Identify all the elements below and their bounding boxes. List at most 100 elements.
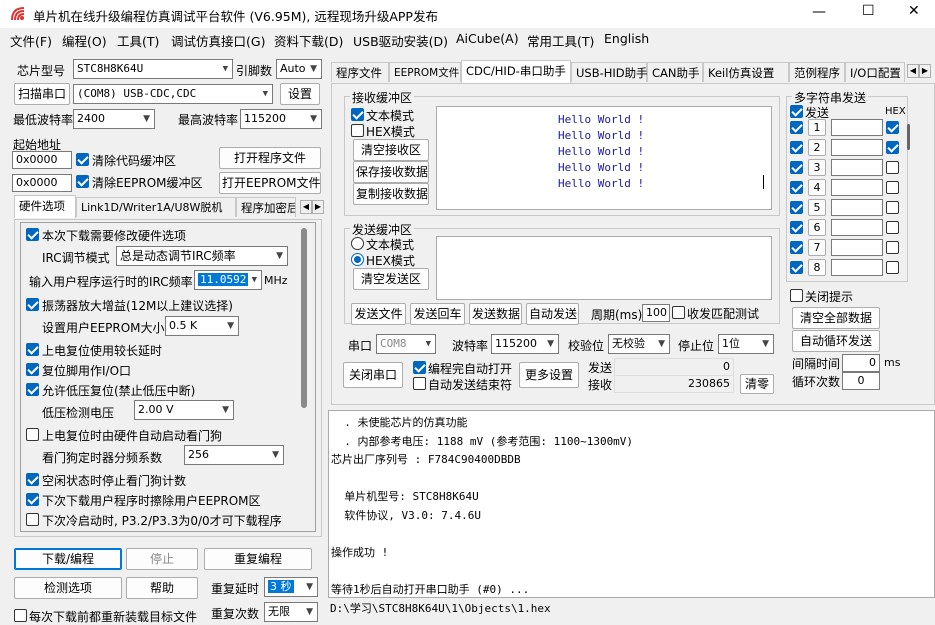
reload-target-checkbox[interactable]: [14, 609, 27, 622]
multi-row-hex-checkbox[interactable]: [886, 141, 899, 154]
multi-row-number-button[interactable]: 7: [808, 239, 826, 256]
multi-row-data-input[interactable]: [831, 219, 883, 236]
auto-open-checkbox[interactable]: [413, 361, 426, 374]
close-icon[interactable]: ✕: [908, 3, 920, 19]
baud-rate-select[interactable]: 115200 ▼: [491, 334, 559, 354]
multi-row-send-checkbox[interactable]: [790, 221, 803, 234]
tab-io-config[interactable]: I/O口配置: [845, 62, 905, 82]
loop-count-input[interactable]: 0: [842, 372, 880, 390]
multi-row-hex-checkbox[interactable]: [886, 241, 899, 254]
copy-receive-button[interactable]: 复制接收数据: [353, 183, 429, 205]
tab-encryption[interactable]: 程序加密后: [236, 197, 296, 217]
tab-hardware-options[interactable]: 硬件选项: [14, 195, 76, 218]
tab-scroll-left-icon[interactable]: ◀: [907, 64, 919, 78]
tab-keil-settings[interactable]: Keil仿真设置: [703, 62, 789, 82]
download-program-button[interactable]: 下载/编程: [14, 548, 122, 570]
idle-watchdog-checkbox[interactable]: [26, 473, 39, 486]
close-tip-checkbox[interactable]: [790, 289, 803, 302]
reset-io-checkbox[interactable]: [26, 363, 39, 376]
tab-offline-writer[interactable]: Link1D/Writer1A/U8W脱机: [76, 197, 236, 217]
tab-scroll-right-icon[interactable]: ▶: [919, 64, 931, 78]
repeat-delay-select[interactable]: 3 秒 ▼: [264, 577, 318, 597]
multi-row-number-button[interactable]: 6: [808, 219, 826, 236]
menu-common-tools[interactable]: 常用工具(T): [527, 31, 594, 50]
multi-row-data-input[interactable]: [831, 179, 883, 196]
menu-debug[interactable]: 调试仿真接口(G): [171, 31, 265, 50]
multi-row-data-input[interactable]: [831, 159, 883, 176]
receive-text-mode-checkbox[interactable]: [351, 108, 364, 121]
tab-scroll-left-icon[interactable]: ◀: [300, 200, 312, 214]
low-voltage-reset-checkbox[interactable]: [26, 383, 39, 396]
menu-usb-driver[interactable]: USB驱动安装(D): [353, 31, 448, 50]
clear-code-buffer-checkbox[interactable]: [76, 153, 89, 166]
menu-aicube[interactable]: AiCube(A): [456, 31, 519, 46]
scan-port-button[interactable]: 扫描串口: [14, 83, 70, 105]
tab-examples[interactable]: 范例程序: [789, 62, 845, 82]
multi-row-send-checkbox[interactable]: [790, 261, 803, 274]
multi-row-send-checkbox[interactable]: [790, 161, 803, 174]
auto-send-button[interactable]: 自动发送: [526, 303, 579, 325]
irc-frequency-select[interactable]: 11.0592 ▼: [194, 270, 262, 290]
multi-row-hex-checkbox[interactable]: [886, 121, 899, 134]
port-select[interactable]: (COM8) USB-CDC,CDC ▼: [73, 84, 273, 104]
multi-row-hex-checkbox[interactable]: [886, 181, 899, 194]
open-program-file-button[interactable]: 打开程序文件: [219, 147, 321, 169]
hardware-options-scrollbar[interactable]: [301, 228, 307, 408]
minimize-icon[interactable]: —: [812, 4, 826, 20]
power-delay-checkbox[interactable]: [26, 343, 39, 356]
send-file-button[interactable]: 发送文件: [351, 303, 406, 325]
help-button[interactable]: 帮助: [126, 577, 198, 599]
stop-button[interactable]: 停止: [126, 548, 198, 570]
period-input[interactable]: 100: [642, 304, 670, 322]
menu-file[interactable]: 文件(F): [10, 31, 52, 50]
serial-port-select[interactable]: COM8 ▼: [376, 334, 436, 354]
multi-row-hex-checkbox[interactable]: [886, 261, 899, 274]
multi-row-hex-checkbox[interactable]: [886, 161, 899, 174]
auto-loop-send-button[interactable]: 自动循环发送: [792, 330, 880, 352]
repeat-program-button[interactable]: 重复编程: [204, 548, 312, 570]
multi-row-number-button[interactable]: 3: [808, 159, 826, 176]
modify-hardware-checkbox[interactable]: [26, 228, 39, 241]
parity-select[interactable]: 无校验 ▼: [608, 334, 670, 354]
receive-textarea[interactable]: Hello World ! Hello World ! Hello World …: [436, 106, 772, 210]
multi-send-scrollbar[interactable]: [907, 124, 910, 150]
send-textarea[interactable]: [436, 236, 772, 300]
open-eeprom-file-button[interactable]: 打开EEPROM文件: [219, 172, 321, 194]
multi-row-hex-checkbox[interactable]: [886, 221, 899, 234]
tab-scroll-right-icon[interactable]: ▶: [312, 200, 324, 214]
menu-download[interactable]: 资料下载(D): [274, 31, 343, 50]
low-voltage-detect-select[interactable]: 2.00 V ▼: [134, 400, 234, 420]
multi-row-number-button[interactable]: 1: [808, 119, 826, 136]
multi-row-send-checkbox[interactable]: [790, 241, 803, 254]
multi-row-send-checkbox[interactable]: [790, 181, 803, 194]
tab-usb-hid[interactable]: USB-HID助手: [571, 62, 648, 82]
multi-row-number-button[interactable]: 5: [808, 199, 826, 216]
settings-button[interactable]: 设置: [280, 83, 320, 105]
menu-program[interactable]: 编程(O): [62, 31, 107, 50]
send-return-button[interactable]: 发送回车: [410, 303, 465, 325]
repeat-count-select[interactable]: 无限 ▼: [264, 602, 318, 622]
cold-boot-checkbox[interactable]: [26, 513, 39, 526]
multi-row-number-button[interactable]: 4: [808, 179, 826, 196]
menu-english[interactable]: English: [604, 31, 649, 46]
watchdog-hw-checkbox[interactable]: [26, 428, 39, 441]
multi-row-send-checkbox[interactable]: [790, 121, 803, 134]
tab-can[interactable]: CAN助手: [647, 62, 703, 82]
max-baud-select[interactable]: 115200 ▼: [240, 109, 322, 129]
multi-row-data-input[interactable]: [831, 139, 883, 156]
multi-row-hex-checkbox[interactable]: [886, 201, 899, 214]
menu-tools[interactable]: 工具(T): [117, 31, 159, 50]
multi-row-data-input[interactable]: [831, 119, 883, 136]
multi-send-all-checkbox[interactable]: [790, 105, 803, 118]
maximize-icon[interactable]: ☐: [862, 3, 875, 19]
oscillator-gain-checkbox[interactable]: [26, 298, 39, 311]
tab-program-file[interactable]: 程序文件: [331, 62, 389, 82]
clear-all-data-button[interactable]: 清空全部数据: [792, 307, 880, 329]
receive-hex-mode-checkbox[interactable]: [351, 124, 364, 137]
eeprom-size-select[interactable]: 0.5 K ▼: [165, 316, 239, 336]
watchdog-divider-select[interactable]: 256 ▼: [184, 445, 284, 465]
multi-row-data-input[interactable]: [831, 199, 883, 216]
pin-count-select[interactable]: Auto ▼: [276, 59, 322, 79]
erase-eeprom-checkbox[interactable]: [26, 493, 39, 506]
close-port-button[interactable]: 关闭串口: [343, 362, 403, 388]
